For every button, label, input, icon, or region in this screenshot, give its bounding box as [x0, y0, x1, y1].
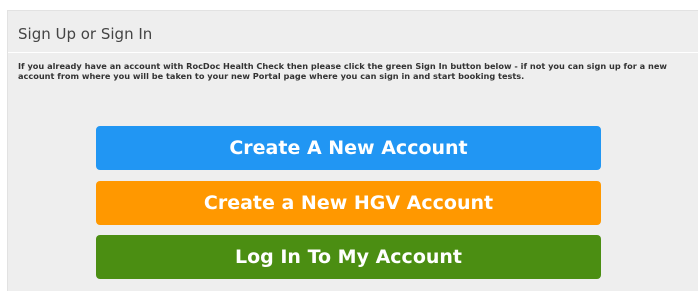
title-divider — [8, 52, 698, 53]
log-in-label: Log In To My Account — [234, 246, 463, 268]
create-new-account-label: Create A New Account — [229, 137, 468, 159]
intro-text: If you already have an account with RocD… — [18, 61, 667, 81]
log-in-button[interactable]: Log In To My Account — [96, 235, 601, 279]
create-new-hgv-account-button[interactable]: Create a New HGV Account — [96, 181, 601, 225]
panel-title: Sign Up or Sign In — [18, 25, 153, 43]
create-new-hgv-account-label: Create a New HGV Account — [203, 192, 494, 214]
create-new-account-button[interactable]: Create A New Account — [96, 126, 601, 170]
sign-up-sign-in-panel: Sign Up or Sign In If you already have a… — [7, 10, 698, 291]
